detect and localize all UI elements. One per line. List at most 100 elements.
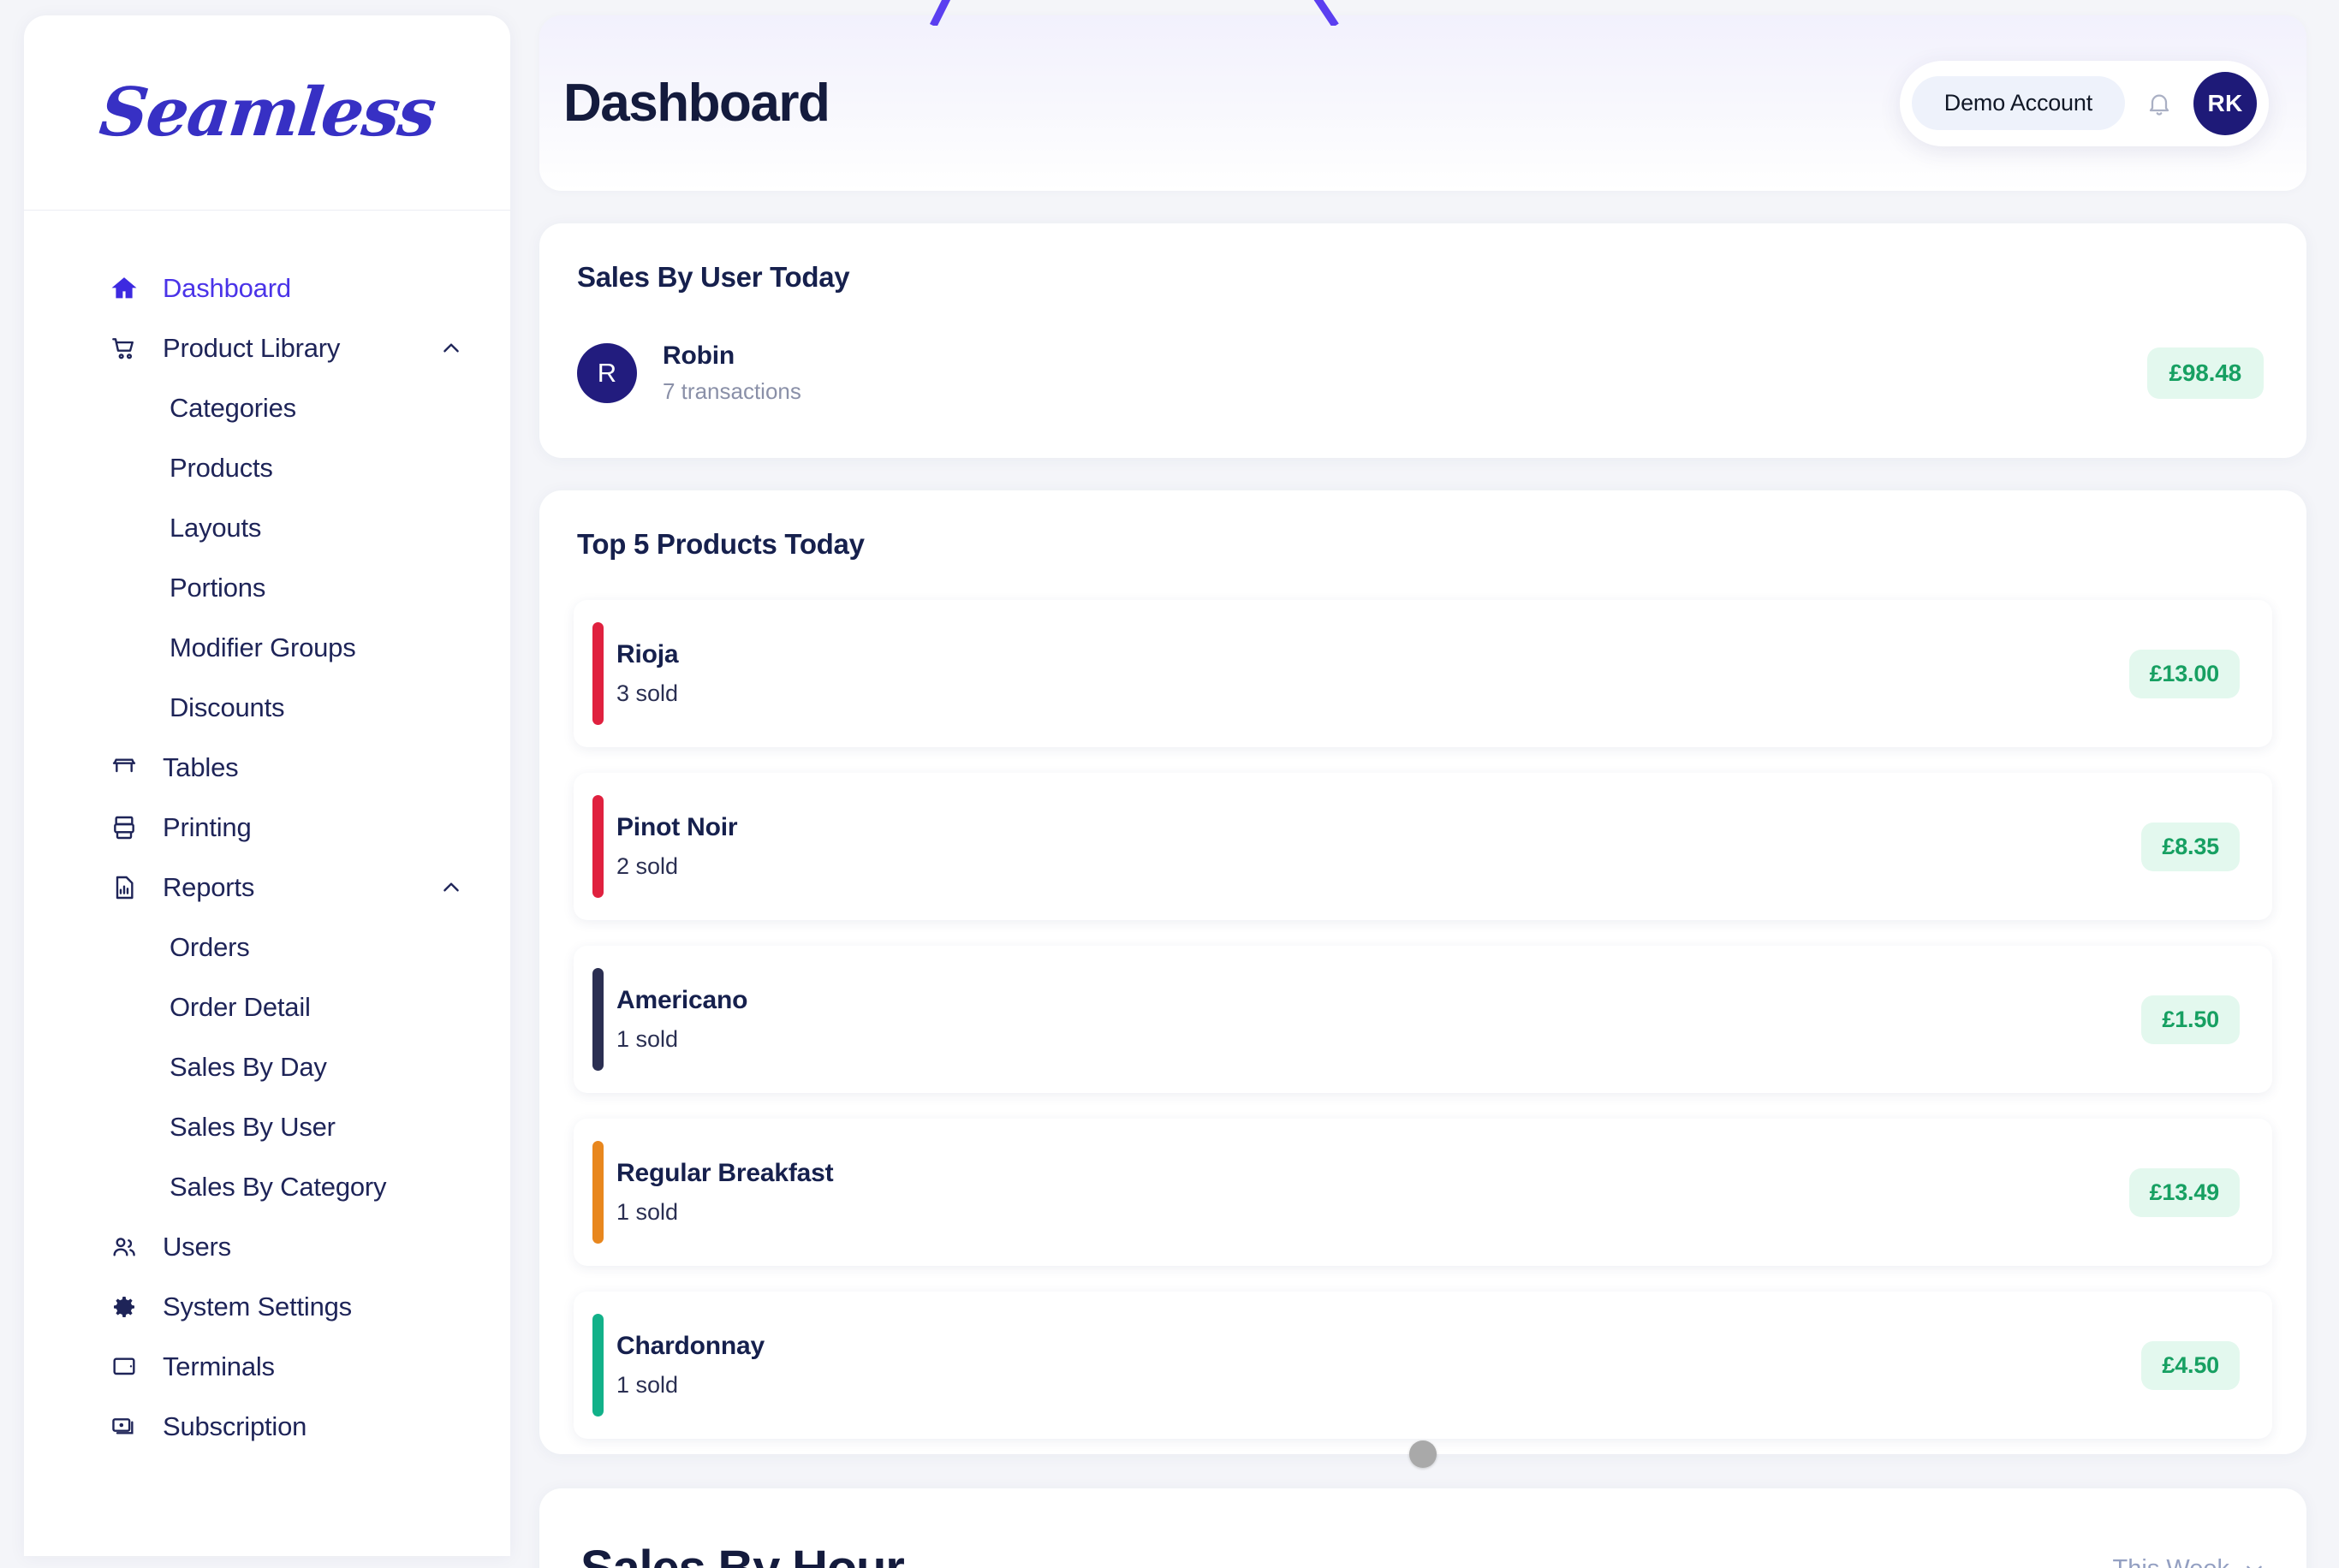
sales-by-hour-header: Sales By Hour This Week <box>580 1540 2265 1568</box>
sidebar-item-label: Product Library <box>163 333 340 364</box>
sidebar-item-label: Users <box>163 1232 231 1262</box>
product-sold-count: 3 sold <box>616 680 678 707</box>
product-sold-count: 1 sold <box>616 1199 833 1226</box>
sidebar-item-label: Dashboard <box>163 273 291 304</box>
sidebar: Seamless Dashboard P <box>0 0 531 1568</box>
list-item[interactable]: R Robin 7 transactions £98.48 <box>574 342 2272 420</box>
sidebar-item-sales-by-category[interactable]: Sales By Category <box>24 1157 510 1217</box>
sidebar-item-subscription[interactable]: Subscription <box>24 1397 510 1457</box>
sidebar-item-reports[interactable]: Reports <box>24 858 510 918</box>
sidebar-item-discounts[interactable]: Discounts <box>24 678 510 738</box>
product-name: Regular Breakfast <box>616 1159 833 1188</box>
chevron-up-icon[interactable] <box>440 876 462 899</box>
table-row[interactable]: Americano 1 sold £1.50 <box>574 946 2272 1093</box>
table-row[interactable]: Chardonnay 1 sold £4.50 <box>574 1292 2272 1439</box>
app-root: Seamless Dashboard P <box>0 0 2339 1568</box>
account-selector[interactable]: Demo Account <box>1912 76 2125 130</box>
drag-handle[interactable] <box>1409 1440 1437 1468</box>
sidebar-item-sales-by-user[interactable]: Sales By User <box>24 1097 510 1157</box>
page-title: Dashboard <box>563 73 829 134</box>
sidebar-item-label: Sales By Day <box>170 1052 327 1083</box>
sidebar-item-label: Sales By User <box>170 1112 336 1143</box>
product-sold-count: 1 sold <box>616 1372 765 1399</box>
status-badge: £13.49 <box>2129 1168 2240 1217</box>
bell-icon[interactable] <box>2139 83 2180 124</box>
product-sold-count: 1 sold <box>616 1026 747 1053</box>
category-color-bar <box>592 622 604 725</box>
main-content: Dashboard Demo Account RK Sales By User … <box>531 0 2339 1568</box>
cart-icon <box>110 334 139 363</box>
table-icon <box>110 753 139 782</box>
status-badge: £1.50 <box>2141 995 2240 1044</box>
table-row[interactable]: Pinot Noir 2 sold £8.35 <box>574 773 2272 920</box>
sidebar-item-orders[interactable]: Orders <box>24 918 510 977</box>
sidebar-item-label: Layouts <box>170 513 261 543</box>
chevron-up-icon[interactable] <box>440 337 462 359</box>
top-products-card: Top 5 Products Today Rioja 3 sold £13.00… <box>539 490 2306 1454</box>
sidebar-item-product-library[interactable]: Product Library <box>24 318 510 378</box>
sidebar-item-terminals[interactable]: Terminals <box>24 1337 510 1397</box>
chevron-down-icon <box>2243 1559 2265 1568</box>
top-products-title: Top 5 Products Today <box>577 528 2272 561</box>
sidebar-item-products[interactable]: Products <box>24 438 510 498</box>
avatar: R <box>577 343 637 403</box>
sidebar-item-label: Terminals <box>163 1351 275 1382</box>
sidebar-item-label: System Settings <box>163 1292 352 1322</box>
sidebar-item-label: Sales By Category <box>170 1172 386 1203</box>
sidebar-item-printing[interactable]: Printing <box>24 798 510 858</box>
sidebar-item-label: Modifier Groups <box>170 633 356 663</box>
sidebar-item-layouts[interactable]: Layouts <box>24 498 510 558</box>
date-range-select[interactable]: This Week <box>2113 1555 2265 1568</box>
product-name: Chardonnay <box>616 1332 765 1361</box>
status-badge: £13.00 <box>2129 650 2240 698</box>
sales-by-user-card: Sales By User Today R Robin 7 transactio… <box>539 223 2306 458</box>
date-range-label: This Week <box>2113 1555 2229 1568</box>
sidebar-item-categories[interactable]: Categories <box>24 378 510 438</box>
header-actions: Demo Account RK <box>1900 61 2269 146</box>
sidebar-item-dashboard[interactable]: Dashboard <box>24 258 510 318</box>
sidebar-item-portions[interactable]: Portions <box>24 558 510 618</box>
avatar[interactable]: RK <box>2193 72 2257 135</box>
sidebar-item-tables[interactable]: Tables <box>24 738 510 798</box>
printer-icon <box>110 813 139 842</box>
category-color-bar <box>592 795 604 898</box>
category-color-bar <box>592 1141 604 1244</box>
user-transactions: 7 transactions <box>663 378 801 405</box>
product-sold-count: 2 sold <box>616 853 737 880</box>
users-icon <box>110 1232 139 1262</box>
sidebar-item-label: Order Detail <box>170 992 311 1023</box>
sidebar-item-label: Categories <box>170 393 296 424</box>
sidebar-item-sales-by-day[interactable]: Sales By Day <box>24 1037 510 1097</box>
terminal-icon <box>110 1352 139 1381</box>
sidebar-item-system-settings[interactable]: System Settings <box>24 1277 510 1337</box>
sidebar-nav: Dashboard Product Library Categories P <box>24 211 510 1491</box>
product-name: Americano <box>616 986 747 1015</box>
product-name: Pinot Noir <box>616 813 737 842</box>
sidebar-item-label: Products <box>170 453 273 484</box>
page-header: Dashboard Demo Account RK <box>539 15 2306 191</box>
table-row[interactable]: Rioja 3 sold £13.00 <box>574 600 2272 747</box>
category-color-bar <box>592 1314 604 1417</box>
sidebar-item-modifier-groups[interactable]: Modifier Groups <box>24 618 510 678</box>
status-badge: £8.35 <box>2141 823 2240 871</box>
brand-logo-text: Seamless <box>96 74 438 151</box>
user-name: Robin <box>663 342 801 371</box>
sidebar-item-label: Reports <box>163 872 254 903</box>
table-row[interactable]: Regular Breakfast 1 sold £13.49 <box>574 1119 2272 1266</box>
user-meta: Robin 7 transactions <box>663 342 801 405</box>
sidebar-item-label: Orders <box>170 932 250 963</box>
sidebar-item-label: Tables <box>163 752 238 783</box>
top-products-list: Rioja 3 sold £13.00 Pinot Noir 2 sold £8… <box>574 600 2272 1439</box>
sidebar-item-users[interactable]: Users <box>24 1217 510 1277</box>
sales-by-hour-title: Sales By Hour <box>580 1540 904 1568</box>
sidebar-item-label: Subscription <box>163 1411 307 1442</box>
home-icon <box>110 274 139 303</box>
sales-by-user-title: Sales By User Today <box>577 261 2272 294</box>
status-badge: £4.50 <box>2141 1341 2240 1390</box>
status-badge: £98.48 <box>2147 347 2264 399</box>
category-color-bar <box>592 968 604 1071</box>
card-icon <box>110 1412 139 1441</box>
report-icon <box>110 873 139 902</box>
brand-logo[interactable]: Seamless <box>24 15 510 211</box>
sidebar-item-order-detail[interactable]: Order Detail <box>24 977 510 1037</box>
